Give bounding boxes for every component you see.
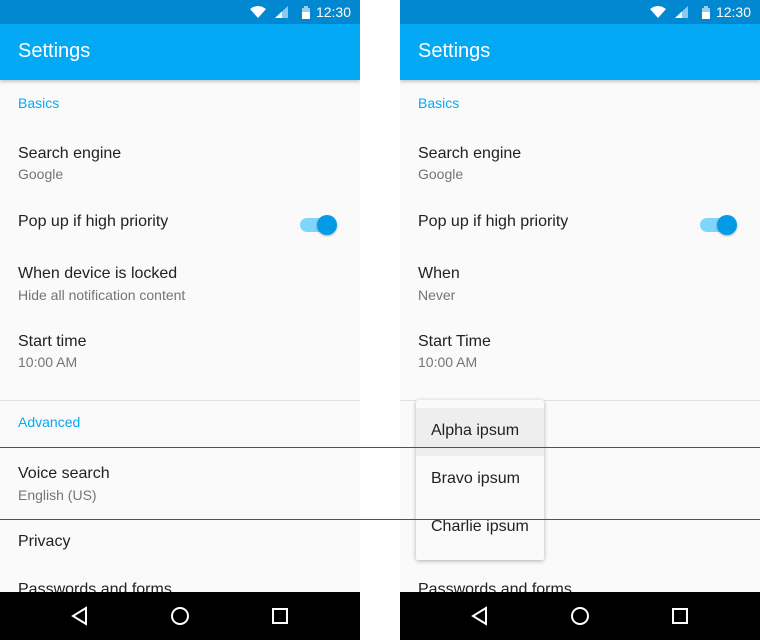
wifi-icon — [250, 6, 266, 18]
section-header-basics: Basics — [18, 95, 60, 111]
clock: 12:30 — [715, 4, 751, 20]
setting-label: Voice search — [18, 465, 110, 482]
guide-line-top — [0, 447, 760, 448]
setting-label: Start time — [18, 333, 87, 350]
nav-bar — [0, 592, 360, 640]
setting-value: 10:00 AM — [18, 354, 78, 370]
popup-toggle[interactable] — [300, 215, 338, 235]
page-title: Settings — [418, 40, 491, 62]
setting-label: When device is locked — [18, 265, 178, 282]
nav-bar — [400, 592, 760, 640]
status-bar: 12:30 — [0, 0, 360, 24]
signal-icon — [675, 6, 688, 18]
dropdown-menu: Alpha ipsum Bravo ipsum Charlie ipsum — [416, 400, 544, 560]
popup-toggle[interactable] — [700, 215, 738, 235]
setting-popup-label: Pop up if high priority — [18, 213, 169, 230]
home-icon[interactable] — [570, 606, 590, 626]
setting-popup-label: Pop up if high priority — [418, 213, 569, 230]
setting-value: Google — [18, 166, 64, 182]
section-header-advanced: Advanced — [18, 414, 81, 430]
status-bar: 12:30 — [400, 0, 760, 24]
menu-item-charlie[interactable]: Charlie ipsum — [416, 504, 544, 552]
phone-left: 12:30 Settings Basics Search engine Goog… — [0, 0, 360, 640]
back-icon[interactable] — [470, 606, 490, 626]
setting-label: Search engine — [18, 145, 122, 162]
signal-icon — [275, 6, 288, 18]
recents-icon[interactable] — [270, 606, 290, 626]
page-title: Settings — [18, 40, 91, 62]
battery-icon — [702, 6, 710, 19]
phone-right: 12:30 Settings Basics Search engine Goog… — [400, 0, 760, 640]
wifi-icon — [650, 6, 666, 18]
setting-value: Hide all notification content — [18, 287, 186, 303]
setting-label: When — [418, 265, 460, 282]
back-icon[interactable] — [70, 606, 90, 626]
menu-item-bravo[interactable]: Bravo ipsum — [416, 456, 544, 504]
home-icon[interactable] — [170, 606, 190, 626]
menu-item-alpha[interactable]: Alpha ipsum — [416, 408, 544, 456]
divider — [0, 400, 360, 401]
setting-value: English (US) — [18, 487, 97, 503]
setting-label: Search engine — [418, 145, 522, 162]
section-header-basics: Basics — [418, 95, 460, 111]
battery-icon — [302, 6, 310, 19]
setting-value: 10:00 AM — [418, 354, 478, 370]
setting-label: Start Time — [418, 333, 491, 350]
app-bar: Settings — [400, 24, 760, 80]
clock: 12:30 — [315, 4, 351, 20]
setting-value: Google — [418, 166, 464, 182]
recents-icon[interactable] — [670, 606, 690, 626]
setting-value: Never — [418, 287, 456, 303]
app-bar: Settings — [0, 24, 360, 80]
setting-privacy[interactable]: Privacy — [18, 533, 70, 551]
guide-line-bottom — [0, 519, 760, 520]
